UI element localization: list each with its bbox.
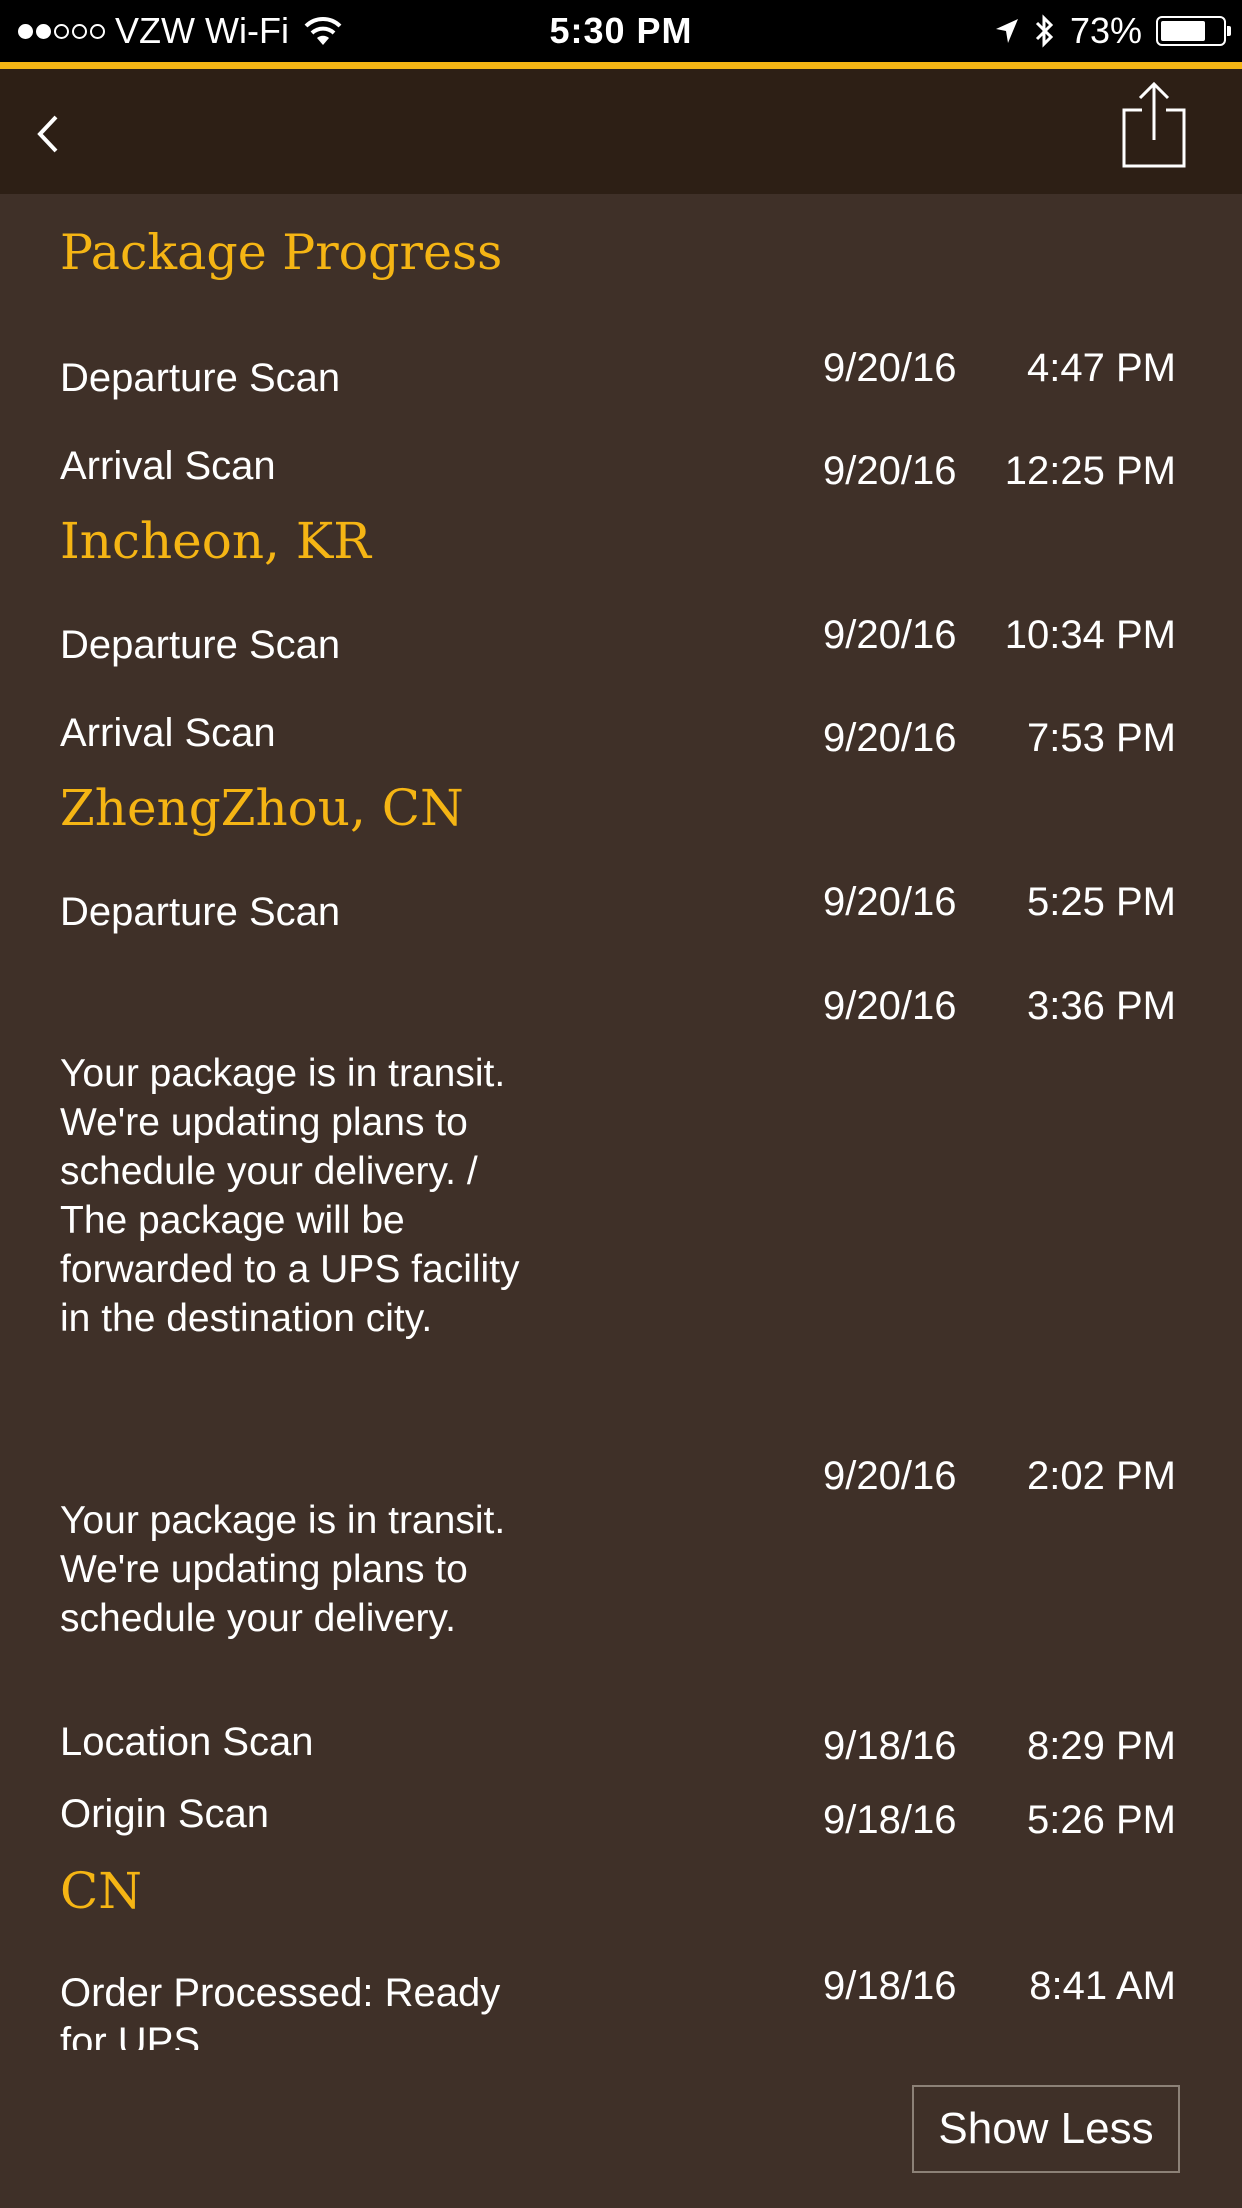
event-label: Location Scan bbox=[60, 1720, 314, 1764]
event-date: 9/18/16 bbox=[823, 1798, 957, 1842]
event-date: 9/20/16 bbox=[823, 346, 957, 390]
battery-icon bbox=[1156, 16, 1231, 46]
event-time: 10:34 PM bbox=[1004, 613, 1176, 657]
location-heading: CN bbox=[60, 1862, 143, 1920]
event-date: 9/20/16 bbox=[823, 613, 957, 657]
event-date: 9/20/16 bbox=[823, 449, 957, 493]
event-time: 7:53 PM bbox=[1027, 716, 1176, 760]
page-title: Package Progress bbox=[60, 224, 503, 281]
event-time: 4:47 PM bbox=[1027, 346, 1176, 390]
battery-percent: 73% bbox=[1069, 10, 1142, 51]
nav-bar bbox=[0, 69, 1242, 194]
event-label: Origin Scan bbox=[60, 1792, 269, 1836]
location-arrow-icon bbox=[995, 19, 1018, 43]
event-date: 9/20/16 bbox=[823, 1454, 957, 1498]
event-time: 8:41 AM bbox=[1029, 1964, 1176, 2008]
event-description: Your package is in transit. We're updati… bbox=[60, 1052, 520, 1340]
location-heading: ZhengZhou, CN bbox=[60, 779, 464, 837]
chevron-left-icon[interactable] bbox=[28, 109, 68, 159]
event-label: Arrival Scan bbox=[60, 444, 276, 488]
show-less-button[interactable]: Show Less bbox=[912, 2085, 1180, 2173]
event-label: Departure Scan bbox=[60, 890, 341, 934]
event-time: 3:36 PM bbox=[1027, 984, 1176, 1028]
status-bar: VZW Wi-Fi 5:30 PM 73% bbox=[0, 0, 1242, 62]
location-heading: Incheon, KR bbox=[60, 512, 371, 570]
event-date: 9/20/16 bbox=[823, 716, 957, 760]
package-progress-panel: Package Progress Departure Scan 9/20/16 … bbox=[0, 194, 1242, 2050]
accent-bar bbox=[0, 62, 1242, 69]
event-time: 8:29 PM bbox=[1027, 1724, 1176, 1768]
event-time: 12:25 PM bbox=[1004, 449, 1176, 493]
status-right: 73% bbox=[994, 10, 1231, 52]
event-description: Your package is in transit. We're updati… bbox=[60, 1499, 506, 1640]
event-date: 9/18/16 bbox=[823, 1724, 957, 1768]
share-icon[interactable] bbox=[1120, 80, 1188, 170]
event-time: 5:25 PM bbox=[1027, 880, 1176, 924]
event-label: Departure Scan bbox=[60, 623, 341, 667]
bluetooth-icon bbox=[1035, 14, 1054, 48]
event-time: 5:26 PM bbox=[1027, 1798, 1176, 1842]
event-date: 9/20/16 bbox=[823, 880, 957, 924]
event-label: Arrival Scan bbox=[60, 711, 276, 755]
event-time: 2:02 PM bbox=[1027, 1454, 1176, 1498]
event-date: 9/20/16 bbox=[823, 984, 957, 1028]
event-date: 9/18/16 bbox=[823, 1964, 957, 2008]
event-label: Departure Scan bbox=[60, 356, 341, 400]
event-label: Order Processed: Ready for UPS bbox=[60, 1971, 501, 2050]
